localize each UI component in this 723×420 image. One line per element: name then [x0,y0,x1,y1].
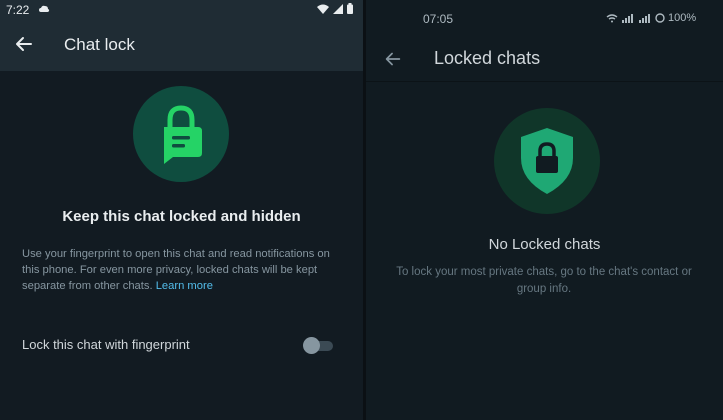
fingerprint-lock-toggle[interactable] [303,337,333,354]
dual-phone-screens: 7:22 Chat lock Keep this chat locked and… [0,0,723,420]
signal-icon [622,13,633,23]
locked-chats-screen: 07:05 100% Locked chats No Locked chats … [366,0,723,420]
wifi-icon [317,4,329,14]
status-icons: 100% [606,12,696,24]
app-bar: Locked chats [366,36,723,82]
back-arrow-icon[interactable] [382,48,404,70]
chat-lock-illustration [133,86,229,182]
learn-more-link[interactable]: Learn more [156,280,213,292]
lock-description: Use your fingerprint to open this chat a… [22,246,344,294]
chat-lock-icon [164,105,202,164]
signal-icon [639,13,650,23]
page-title: Chat lock [64,35,135,54]
battery-percent: 100% [668,12,697,24]
shield-lock-icon [521,128,573,194]
signal-icon [333,3,343,14]
status-time: 07:05 [423,12,454,26]
chat-lock-screen: 7:22 Chat lock Keep this chat locked and… [0,0,363,420]
lock-heading: Keep this chat locked and hidden [62,208,301,225]
status-bar: 07:05 100% [366,0,723,36]
fingerprint-lock-setting[interactable]: Lock this chat with fingerprint [0,330,363,360]
empty-state-heading: No Locked chats [488,236,601,253]
cloud-icon [39,5,50,12]
empty-state-description: To lock your most private chats, go to t… [396,266,692,295]
battery-icon [655,13,665,23]
status-bar: 7:22 [0,0,363,20]
battery-icon [347,3,353,14]
page-title: Locked chats [434,48,541,68]
toggle-thumb [303,337,320,354]
wifi-icon [606,13,618,22]
locked-chats-illustration [494,108,600,214]
status-icons [317,3,353,14]
back-arrow-icon[interactable] [12,32,36,56]
fingerprint-lock-label: Lock this chat with fingerprint [22,337,190,352]
status-time: 7:22 [6,3,30,17]
app-bar: Chat lock [0,20,363,71]
